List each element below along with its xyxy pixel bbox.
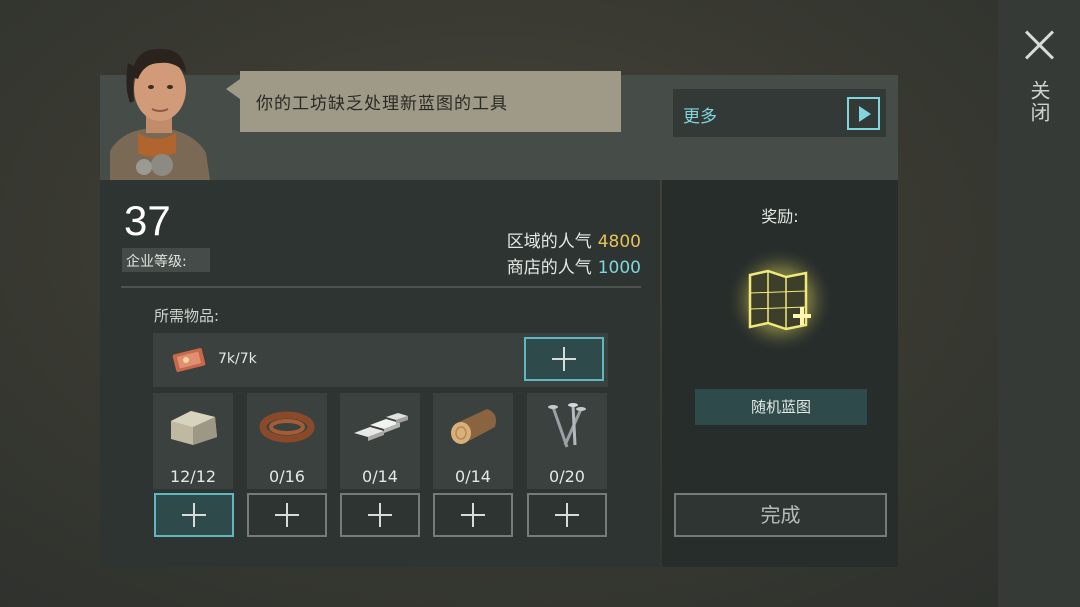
required-items-label: 所需物品: [154,307,220,325]
material-slot-wood: 0/14 [433,393,513,489]
more-label: 更多 [683,107,717,127]
material-count: 0/14 [455,467,491,486]
wood-log-icon [451,409,496,444]
material-count: 0/20 [549,467,585,486]
stone-icon [171,411,217,445]
material-slot-nails: 0/20 [527,393,607,489]
material-slot-metal: 0/14 [340,393,420,489]
enterprise-level-value: 37 [124,197,171,244]
add-nails-button[interactable] [527,493,607,537]
more-button[interactable]: 更多 [673,89,886,137]
material-slot-leather: 0/16 [247,393,327,489]
region-popularity-value: 4800 [597,232,641,252]
add-stone-button[interactable] [154,493,234,537]
npc-avatar [110,48,210,180]
blueprint-icon [726,246,834,354]
store-popularity-label: 商店的人气 [506,258,592,278]
enterprise-level-label: 企业等级: [122,248,210,272]
add-wood-button[interactable] [433,493,513,537]
region-popularity-label: 区域的人气 [506,232,592,252]
reward-label: 奖励: [761,207,799,226]
nails-icon [548,403,586,448]
play-icon [847,97,880,130]
region-popularity: 区域的人气 4800 [507,227,641,252]
metal-ingot-icon [354,413,408,441]
material-slot-stone: 12/12 [153,393,233,489]
contract-panel: 你的工坊缺乏处理新蓝图的工具 更多 37 企业等级: 区域的人气 4800 商店的… [100,48,898,567]
store-popularity-value: 1000 [597,258,641,278]
store-popularity: 商店的人气 1000 [507,253,641,278]
panel-header: 你的工坊缺乏处理新蓝图的工具 更多 [100,48,898,180]
money-count: 7k/7k [218,351,257,367]
money-requirement-row: 7k/7k [153,333,608,387]
close-icon[interactable] [1022,28,1056,62]
material-count: 0/14 [362,467,398,486]
requirements-section: 37 企业等级: 区域的人气 4800 商店的人气 1000 所需物品: 7k/7k [100,180,660,567]
divider [121,286,641,288]
add-metal-button[interactable] [340,493,420,537]
close-label[interactable]: 关闭 [1024,80,1054,124]
add-leather-button[interactable] [247,493,327,537]
leather-strap-icon [259,411,315,443]
material-count: 12/12 [169,467,217,486]
ticket-icon [172,348,206,372]
material-count: 0/16 [269,467,305,486]
random-blueprint-label: 随机蓝图 [695,389,867,425]
reward-section: 奖励: 随机蓝图 完成 [662,180,898,567]
npc-speech-bubble: 你的工坊缺乏处理新蓝图的工具 [226,71,621,132]
complete-button[interactable]: 完成 [674,493,887,537]
add-money-button[interactable] [524,337,604,381]
